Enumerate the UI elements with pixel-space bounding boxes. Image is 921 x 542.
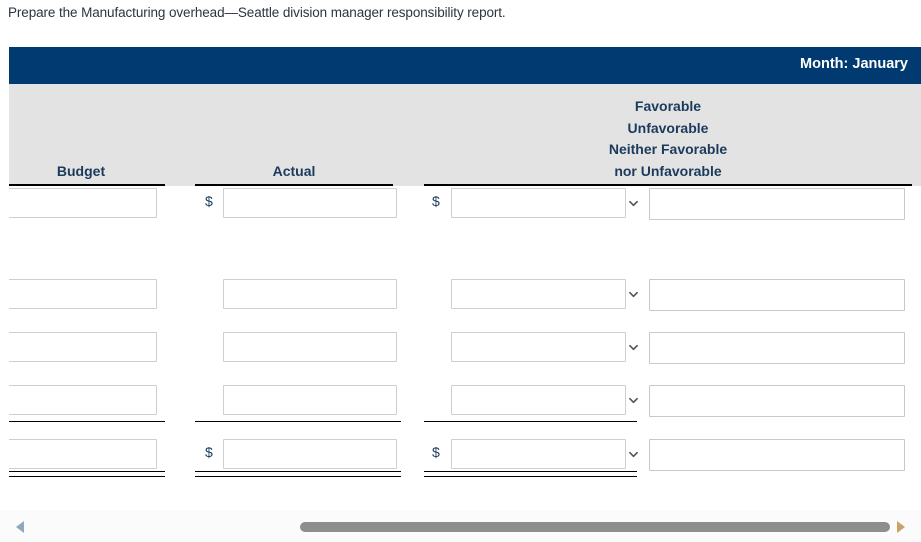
- subtotal-rule: [9, 421, 165, 422]
- budget-input[interactable]: [9, 188, 157, 218]
- dollar-sign-variance: $: [432, 193, 440, 209]
- chevron-down-icon: [629, 200, 638, 207]
- worksheet-rows-container: $ $ FavorableUnfavorableNeither Favorable …: [9, 186, 921, 495]
- worksheet-titlebar: Month: January: [9, 47, 921, 84]
- horizontal-scrollbar[interactable]: [0, 510, 921, 542]
- month-label: Month: January: [800, 56, 908, 72]
- subtotal-rule: [424, 421, 637, 422]
- scrollbar-thumb[interactable]: [300, 522, 890, 532]
- total-double-rule: [9, 471, 165, 477]
- actual-input[interactable]: [223, 332, 397, 362]
- budget-input[interactable]: [9, 439, 157, 469]
- total-double-rule: [195, 471, 401, 477]
- column-header-band: Budget Actual Favorable Unfavorable Neit…: [9, 84, 921, 186]
- scroll-right-icon[interactable]: [897, 521, 905, 533]
- worksheet-row: FavorableUnfavorableNeither Favorable no…: [9, 385, 921, 417]
- dollar-sign-actual: $: [205, 193, 213, 209]
- worksheet-row: $ $ FavorableUnfavorableNeither Favorable …: [9, 439, 921, 471]
- variance-header-line-1: Favorable: [634, 98, 702, 114]
- budget-input[interactable]: [9, 332, 157, 362]
- variance-type-select[interactable]: FavorableUnfavorableNeither Favorable no…: [649, 279, 905, 311]
- worksheet-row: FavorableUnfavorableNeither Favorable no…: [9, 279, 921, 311]
- variance-header-line-2: Unfavorable: [627, 119, 709, 136]
- variance-header-line-3: Neither Favorable: [608, 141, 728, 157]
- column-header-variance: Favorable Unfavorable Neither Favorable …: [424, 96, 912, 186]
- chevron-down-icon: [629, 397, 638, 404]
- actual-input[interactable]: [223, 385, 397, 415]
- budget-input[interactable]: [9, 385, 157, 415]
- chevron-down-icon: [629, 451, 638, 458]
- total-double-rule: [424, 471, 637, 477]
- variance-amount-input[interactable]: [451, 279, 626, 309]
- chevron-down-icon: [629, 291, 638, 298]
- responsibility-report-worksheet: Month: January Budget Actual Favorable U…: [9, 47, 921, 495]
- column-header-budget: Budget: [9, 161, 165, 186]
- dollar-sign-variance: $: [432, 444, 440, 460]
- variance-header-line-4: nor Unfavorable: [614, 162, 722, 179]
- actual-input[interactable]: [223, 279, 397, 309]
- variance-amount-input[interactable]: [451, 332, 626, 362]
- budget-input[interactable]: [9, 279, 157, 309]
- worksheet-row: $ $ FavorableUnfavorableNeither Favorable …: [9, 188, 921, 220]
- variance-type-select[interactable]: FavorableUnfavorableNeither Favorable no…: [649, 188, 905, 220]
- variance-amount-input[interactable]: [451, 439, 626, 469]
- task-instruction: Prepare the Manufacturing overhead—Seatt…: [8, 5, 506, 20]
- actual-input[interactable]: [223, 188, 397, 218]
- variance-amount-input[interactable]: [451, 385, 626, 415]
- dollar-sign-actual: $: [205, 444, 213, 460]
- variance-type-select[interactable]: FavorableUnfavorableNeither Favorable no…: [649, 439, 905, 471]
- scroll-left-icon[interactable]: [16, 521, 24, 533]
- column-header-actual: Actual: [195, 161, 393, 186]
- variance-type-select[interactable]: FavorableUnfavorableNeither Favorable no…: [649, 332, 905, 364]
- variance-amount-input[interactable]: [451, 188, 626, 218]
- subtotal-rule: [195, 421, 401, 422]
- actual-input[interactable]: [223, 439, 397, 469]
- worksheet-row: FavorableUnfavorableNeither Favorable no…: [9, 332, 921, 364]
- chevron-down-icon: [629, 344, 638, 351]
- variance-type-select[interactable]: FavorableUnfavorableNeither Favorable no…: [649, 385, 905, 417]
